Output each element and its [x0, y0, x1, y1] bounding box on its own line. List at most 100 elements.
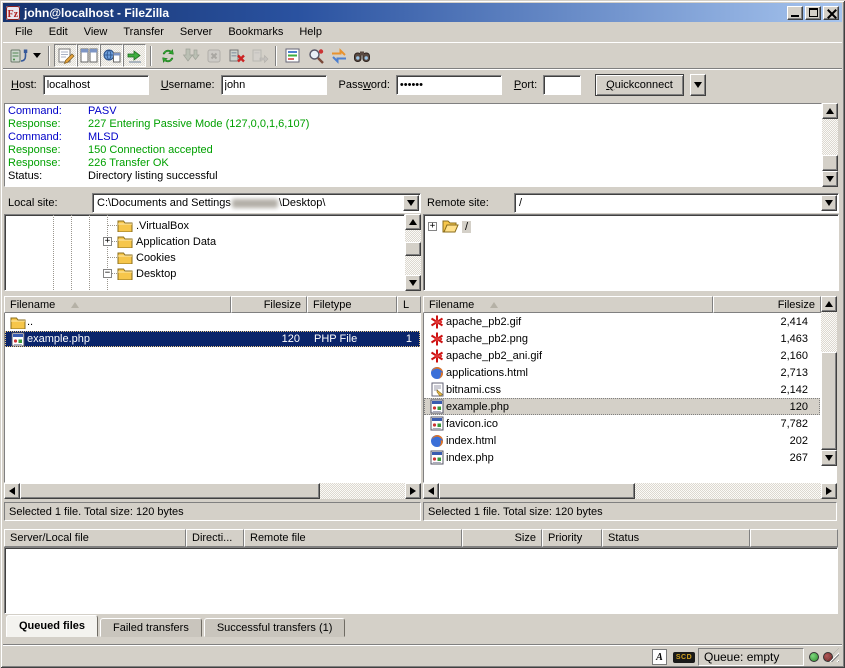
port-input[interactable] — [543, 75, 581, 95]
tree-item[interactable]: Desktop — [117, 266, 176, 281]
local-column-filename[interactable]: Filename — [4, 296, 231, 313]
file-row[interactable]: index.php267 — [424, 449, 820, 466]
site-manager-dropdown-button[interactable] — [30, 44, 44, 67]
scroll-down-button[interactable] — [822, 171, 838, 187]
scrollbar-track[interactable] — [822, 119, 838, 155]
local-site-dropdown-button[interactable] — [403, 195, 419, 211]
scrollbar-track[interactable] — [405, 230, 421, 242]
queue-column-directi[interactable]: Directi... — [186, 529, 244, 547]
toggle-message-log-button[interactable] — [54, 44, 77, 67]
menu-edit[interactable]: Edit — [41, 24, 76, 40]
log-vertical-scrollbar[interactable] — [822, 103, 838, 187]
maximize-button[interactable] — [805, 6, 821, 20]
directory-listing-filters-button[interactable] — [281, 44, 304, 67]
tab-failed-transfers[interactable]: Failed transfers — [100, 618, 202, 637]
refresh-button[interactable] — [156, 44, 179, 67]
toggle-remote-tree-button[interactable] — [100, 44, 123, 67]
find-files-button[interactable] — [350, 44, 373, 67]
menu-file[interactable]: File — [7, 24, 41, 40]
tree-item[interactable]: .VirtualBox — [117, 218, 189, 233]
local-column-filesize[interactable]: Filesize — [231, 296, 307, 313]
remote-column-filename[interactable]: Filename — [423, 296, 713, 313]
tab-successful-transfers-1-[interactable]: Successful transfers (1) — [204, 618, 346, 637]
close-button[interactable] — [823, 6, 839, 20]
title-bar[interactable]: Fz john@localhost - FileZilla — [3, 3, 842, 22]
host-input[interactable] — [43, 75, 149, 95]
quickconnect-dropdown-button[interactable] — [690, 74, 706, 96]
file-row[interactable]: .. — [5, 314, 420, 330]
file-row[interactable]: apache_pb2.png1,463 — [424, 330, 820, 347]
transfer-queue-list[interactable] — [4, 547, 838, 614]
scroll-left-button[interactable] — [4, 483, 20, 499]
scrollbar-thumb[interactable] — [405, 242, 421, 256]
menu-transfer[interactable]: Transfer — [115, 24, 172, 40]
tree-item[interactable]: Application Data — [117, 234, 216, 249]
local-column-filetype[interactable]: Filetype — [307, 296, 397, 313]
scroll-right-button[interactable] — [405, 483, 421, 499]
scrollbar-track[interactable] — [635, 483, 821, 499]
tree-item-label[interactable]: .VirtualBox — [136, 220, 189, 232]
scrollbar-thumb[interactable] — [20, 483, 320, 499]
scroll-right-button[interactable] — [821, 483, 837, 499]
scroll-up-button[interactable] — [405, 214, 421, 230]
queue-column-remotefile[interactable]: Remote file — [244, 529, 462, 547]
local-column-l[interactable]: L — [397, 296, 421, 313]
expand-icon[interactable]: + — [428, 222, 437, 231]
site-manager-button[interactable] — [7, 44, 30, 67]
scrollbar-thumb[interactable] — [439, 483, 635, 499]
tree-item-label[interactable]: / — [462, 221, 471, 233]
file-row[interactable]: applications.html2,713 — [424, 364, 820, 381]
toggle-local-tree-button[interactable] — [77, 44, 100, 67]
scroll-up-button[interactable] — [822, 103, 838, 119]
file-row[interactable]: index.html202 — [424, 432, 820, 449]
file-row[interactable]: bitnami.css2,142 — [424, 381, 820, 398]
remote-list-vertical-scrollbar[interactable] — [821, 296, 837, 466]
file-row[interactable]: example.php120PHP File1 — [5, 331, 420, 347]
menu-view[interactable]: View — [76, 24, 116, 40]
file-row[interactable]: favicon.ico7,782 — [424, 415, 820, 432]
scroll-up-button[interactable] — [821, 296, 837, 312]
queue-column-size[interactable]: Size — [462, 529, 542, 547]
directory-comparison-button[interactable] — [304, 44, 327, 67]
password-input[interactable] — [396, 75, 502, 95]
scrollbar-track[interactable] — [821, 312, 837, 352]
remote-column-filesize[interactable]: Filesize — [713, 296, 821, 313]
username-input[interactable] — [221, 75, 327, 95]
scrollbar-thumb[interactable] — [822, 155, 838, 171]
scroll-down-button[interactable] — [821, 450, 837, 466]
remote-site-combo[interactable]: / — [514, 193, 839, 213]
file-row[interactable]: example.php120 — [424, 398, 820, 415]
queue-column-priority[interactable]: Priority — [542, 529, 602, 547]
minimize-button[interactable] — [787, 6, 803, 20]
scrollbar-track[interactable] — [405, 256, 421, 275]
remote-site-dropdown-button[interactable] — [821, 195, 837, 211]
file-row[interactable]: apache_pb2_ani.gif2,160 — [424, 347, 820, 364]
scroll-left-button[interactable] — [423, 483, 439, 499]
menu-bookmarks[interactable]: Bookmarks — [220, 24, 291, 40]
remote-directory-tree[interactable]: + / — [423, 214, 839, 291]
scrollbar-thumb[interactable] — [821, 352, 837, 450]
tree-item-root[interactable]: + / — [428, 219, 471, 234]
tree-item-label[interactable]: Desktop — [136, 268, 176, 280]
toggle-transfer-queue-button[interactable] — [123, 44, 146, 67]
queue-column-status[interactable]: Status — [602, 529, 750, 547]
synchronized-browsing-button[interactable] — [327, 44, 350, 67]
menu-server[interactable]: Server — [172, 24, 220, 40]
local-tree-scrollbar[interactable] — [405, 214, 421, 291]
disconnect-button[interactable] — [225, 44, 248, 67]
tree-item-label[interactable]: Application Data — [136, 236, 216, 248]
expand-icon[interactable]: + — [103, 237, 112, 246]
queue-column-serverlocalfile[interactable]: Server/Local file — [4, 529, 186, 547]
collapse-icon[interactable]: − — [103, 269, 112, 278]
local-site-combo[interactable]: C:\Documents and Settings\Desktop\ — [92, 193, 421, 213]
local-directory-tree[interactable]: .VirtualBox + Application Data Cookies− Desk… — [4, 214, 405, 291]
scroll-down-button[interactable] — [405, 275, 421, 291]
file-row[interactable]: apache_pb2.gif2,414 — [424, 313, 820, 330]
tree-item[interactable]: Cookies — [117, 250, 176, 265]
tab-queued-files[interactable]: Queued files — [6, 615, 98, 637]
remote-list-horizontal-scrollbar[interactable] — [423, 483, 837, 499]
local-list-horizontal-scrollbar[interactable] — [4, 483, 421, 499]
quickconnect-button[interactable]: Quickconnect — [595, 74, 684, 96]
menu-help[interactable]: Help — [291, 24, 330, 40]
scrollbar-track[interactable] — [320, 483, 405, 499]
